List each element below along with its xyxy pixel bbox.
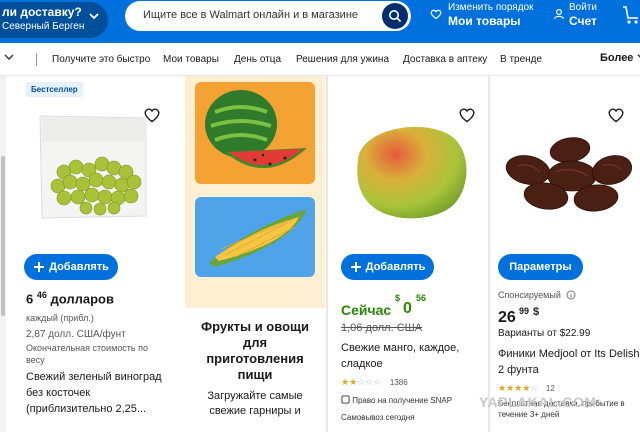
product-title[interactable]: Свежий зеленый виноград — [26, 371, 162, 383]
reorder-label: Изменить порядок — [448, 2, 534, 13]
heart-icon — [430, 9, 442, 20]
price-whole: 26 — [498, 309, 516, 326]
scrollbar-thumb[interactable] — [1, 156, 5, 316]
add-button-label: Добавлять — [365, 261, 426, 273]
options-button[interactable]: Параметры — [498, 254, 583, 280]
variants-price: Варианты от $22.99 — [498, 328, 591, 339]
nav-item-pharmacy-delivery[interactable]: Доставка в аптеку — [403, 54, 487, 65]
star-rating: ★★★★☆ 12 — [498, 383, 555, 394]
price-dollar: $ — [395, 293, 401, 303]
column-divider — [488, 76, 490, 432]
nav-more-label: Более — [600, 52, 634, 64]
star-rating: ★★☆☆☆ 1386 — [341, 377, 408, 388]
watermark: YAPLAKAL.COM — [479, 394, 597, 410]
snap-label: Право на получение SNAP — [352, 396, 453, 405]
delivery-question: ли доставку? — [2, 5, 82, 19]
promo-subtitle-2: свежие гарниры и — [209, 405, 301, 417]
nav-item-my-items[interactable]: Мои товары — [163, 54, 219, 65]
watermelon-image — [195, 82, 315, 184]
column-divider — [326, 76, 328, 432]
options-label: Параметры — [509, 261, 572, 273]
grapes-image[interactable] — [34, 112, 152, 224]
cart-button[interactable] — [622, 4, 640, 31]
dates-image[interactable] — [500, 132, 634, 214]
my-items-label: Мои товары — [448, 14, 521, 28]
chevron-down-icon — [88, 10, 100, 25]
sign-in-label: Войти — [569, 2, 597, 13]
add-button-label: Добавлять — [49, 261, 109, 273]
search-icon — [389, 10, 402, 23]
delivery-location: Северный Берген — [2, 21, 85, 32]
nav-item-trending[interactable]: В тренде — [500, 54, 542, 65]
price-whole: 6 — [26, 291, 34, 307]
nav-item-get-it-fast[interactable]: Получите это быстро — [52, 54, 150, 65]
product-title[interactable]: Финики Medjool от Its Delish, — [498, 348, 640, 360]
add-to-cart-button[interactable]: Добавлять — [24, 254, 118, 280]
shipping-info-2: течение 3+ дней — [498, 410, 560, 419]
snap-icon — [341, 395, 350, 404]
promo-title-3: приготовления — [206, 351, 304, 366]
chevron-down-icon[interactable] — [4, 52, 14, 65]
promo-card[interactable]: Фрукты и овощи для приготовления пищи За… — [185, 76, 325, 432]
cart-icon — [623, 6, 638, 24]
rating-count: 12 — [545, 384, 555, 393]
star-empty-icon: ☆☆☆ — [357, 377, 382, 387]
delivery-selector[interactable]: ли доставку? Северный Берген — [0, 2, 108, 38]
account-label: Счет — [569, 14, 597, 28]
sponsored-text: Спонсируемый — [498, 290, 561, 300]
final-cost-note: Окончательная стоимость по — [26, 343, 148, 353]
scrollbar[interactable] — [0, 76, 6, 432]
corn-image — [195, 197, 315, 277]
product-title-3[interactable]: (приблизительно 2,25... — [26, 403, 146, 415]
rating-count: 1386 — [389, 378, 408, 387]
price: 6 46 долларов — [26, 290, 114, 306]
plus-icon — [350, 262, 361, 272]
bestseller-badge: Бестселлер — [26, 82, 83, 97]
nav-item-fathers-day[interactable]: День отца — [234, 54, 281, 65]
search-button[interactable] — [382, 3, 408, 29]
search-bar[interactable]: Ищите все в Walmart онлайн и в магазине — [125, 1, 411, 31]
promo-subtitle: Загружайте самые — [207, 390, 303, 402]
heart-icon[interactable] — [607, 106, 625, 124]
now-label: Сейчас — [341, 302, 392, 318]
add-to-cart-button[interactable]: Добавлять — [341, 254, 434, 280]
promo-title-4: пищи — [237, 367, 273, 382]
promo-title: Фрукты и овощи — [201, 319, 309, 334]
price-cents: 99 — [519, 306, 530, 316]
nav-item-dinner-solutions[interactable]: Решения для ужина — [296, 54, 389, 65]
price-unit: долларов — [50, 291, 115, 307]
product-title-2[interactable]: без косточек — [26, 387, 90, 399]
price-cents: 56 — [416, 293, 427, 303]
top-header: ли доставку? Северный Берген Ищите все в… — [0, 0, 640, 43]
promo-text-card: Фрукты и овощи для приготовления пищи За… — [185, 308, 325, 432]
star-icon: ★★ — [341, 377, 358, 387]
product-title-2[interactable]: сладкое — [341, 358, 383, 370]
final-cost-note-2: весу — [26, 355, 45, 365]
price-each: каждый (прибл.) — [26, 313, 94, 323]
snap-eligibility: Право на получение SNAP — [341, 395, 452, 405]
price-per-lb: 2,87 долл. США/фунт — [26, 329, 126, 340]
price-dollar: $ — [533, 306, 540, 318]
chevron-down-icon — [636, 54, 640, 59]
price-cents: 46 — [36, 290, 47, 300]
price-whole: 0 — [403, 300, 412, 317]
star-icon: ★★★★ — [498, 383, 531, 393]
person-icon — [553, 8, 565, 20]
search-input[interactable]: Ищите все в Walmart онлайн и в магазине — [143, 9, 358, 21]
old-price: 1,06 долл. США — [341, 322, 423, 334]
pickup-label: Самовывоз сегодня — [341, 413, 415, 422]
mango-image[interactable] — [348, 120, 472, 224]
department-nav: Получите это быстро Мои товары День отца… — [0, 43, 640, 76]
product-title[interactable]: Свежие манго, каждое, — [341, 342, 459, 354]
info-icon[interactable] — [566, 290, 576, 300]
plus-icon — [34, 262, 45, 272]
nav-more-button[interactable]: Более — [600, 52, 640, 64]
sponsored-label: Спонсируемый — [498, 290, 576, 300]
nav-divider — [36, 53, 37, 66]
promo-title-2: для — [242, 335, 268, 350]
product-title-2[interactable]: 2 фунта — [498, 364, 539, 376]
star-empty-icon: ☆ — [530, 383, 539, 393]
